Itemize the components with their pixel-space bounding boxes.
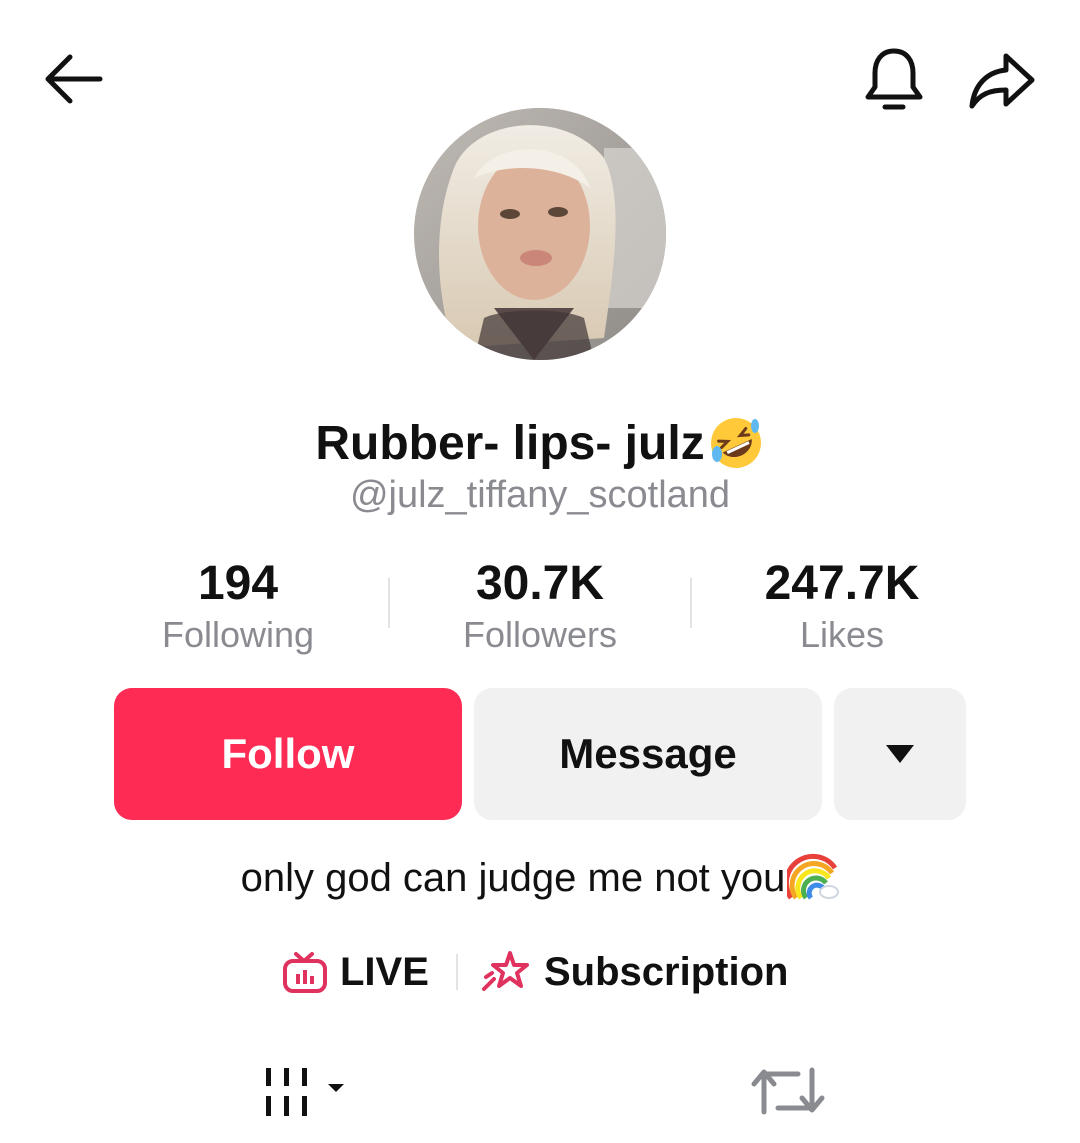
subscription-star-icon	[482, 951, 529, 991]
rainbow-emoji	[787, 853, 840, 900]
username: @julz_tiffany_scotland	[349, 474, 731, 516]
profile-photo	[414, 108, 666, 360]
bio-text: only god can judge me not you	[240, 855, 786, 900]
display-name-row: Rubber- lips- julz	[0, 414, 1080, 472]
arrow-left-icon	[45, 54, 103, 104]
notification-button[interactable]	[856, 42, 932, 118]
avatar[interactable]	[414, 108, 666, 360]
subscription-label: Subscription	[544, 949, 789, 994]
back-button[interactable]	[34, 44, 110, 114]
stat-label: Followers	[462, 614, 618, 655]
stat-following[interactable]: 194 Following	[88, 556, 388, 658]
profile-links: LIVE Subscription	[0, 940, 1080, 1004]
caret-down-icon	[886, 745, 914, 763]
stat-likes[interactable]: 247.7K Likes	[692, 556, 992, 658]
stat-label: Following	[161, 614, 315, 655]
bio: only god can judge me not you	[0, 852, 1080, 904]
tab-videos[interactable]	[258, 1060, 354, 1124]
grid-icon	[266, 1068, 344, 1116]
links-divider	[456, 954, 458, 990]
stats-row: 194 Following 30.7K Followers 247.7K Lik…	[88, 556, 992, 656]
stat-value: 194	[197, 557, 279, 610]
stat-value: 30.7K	[475, 557, 605, 610]
stat-label: Likes	[799, 614, 885, 655]
follow-button[interactable]: Follow	[114, 688, 462, 820]
tab-reposts[interactable]	[748, 1060, 828, 1124]
live-tv-icon	[283, 952, 327, 993]
share-arrow-icon	[969, 53, 1035, 109]
live-label: LIVE	[340, 949, 429, 994]
subscription-link[interactable]: Subscription	[480, 940, 788, 1004]
share-button[interactable]	[962, 44, 1042, 116]
live-link[interactable]: LIVE	[282, 940, 429, 1004]
repost-icon	[751, 1067, 825, 1115]
message-button[interactable]: Message	[474, 688, 822, 820]
stat-value: 247.7K	[764, 557, 920, 610]
rolling-on-floor-laughing-emoji	[710, 418, 761, 468]
bell-icon	[865, 48, 923, 110]
profile-page: Rubber- lips- julz @julz_tiffany_scotlan…	[0, 0, 1080, 1143]
content-tabs	[0, 1060, 1080, 1143]
display-name: Rubber- lips- julz	[315, 416, 705, 470]
more-options-button[interactable]	[834, 688, 966, 820]
stat-followers[interactable]: 30.7K Followers	[390, 556, 690, 658]
